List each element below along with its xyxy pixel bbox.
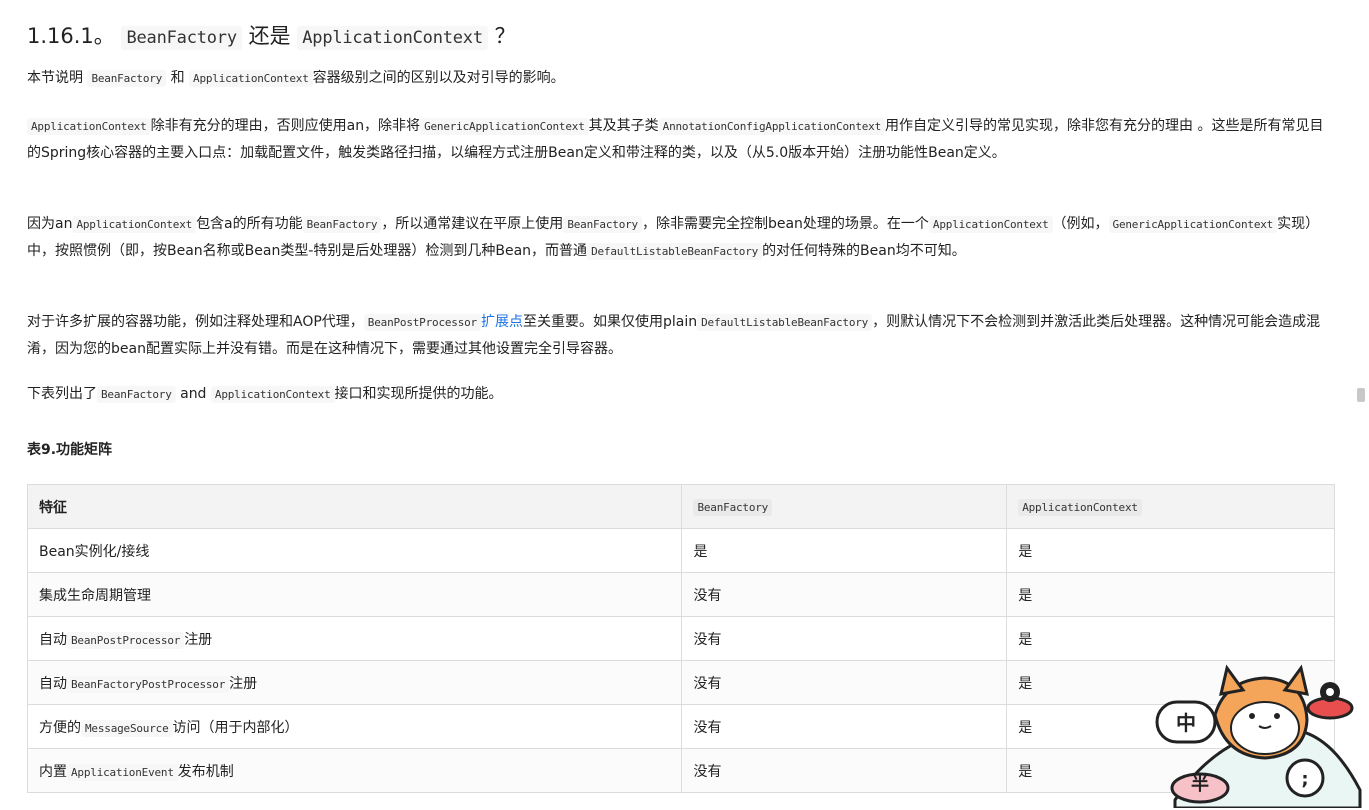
- feature-matrix-table: 特征 BeanFactory ApplicationContext Bean实例…: [26, 484, 1335, 793]
- beanfactory-cell: 没有: [681, 572, 1008, 617]
- table-row: 自动 BeanFactoryPostProcessor 注册 没有 是: [26, 660, 1335, 705]
- table-title: 表9.功能矩阵: [27, 442, 113, 458]
- beanfactory-cell: 没有: [681, 704, 1008, 749]
- section-heading: 1.16.1。 BeanFactory 还是 ApplicationContex…: [27, 24, 516, 50]
- header-beanfactory: BeanFactory: [681, 484, 1008, 529]
- table-row: 内置 ApplicationEvent 发布机制 没有 是: [26, 748, 1335, 793]
- applicationcontext-cell: 是: [1006, 616, 1335, 661]
- beanfactory-cell: 没有: [681, 660, 1008, 705]
- beanfactory-cell: 没有: [681, 748, 1008, 793]
- svg-text:中: 中: [1176, 711, 1196, 735]
- scrollbar-thumb[interactable]: [1357, 388, 1365, 402]
- table-row: 集成生命周期管理 没有 是: [26, 572, 1335, 617]
- feature-cell: 内置 ApplicationEvent 发布机制: [26, 748, 683, 793]
- heading-code-beanfactory: BeanFactory: [121, 26, 242, 50]
- beanfactory-cell: 没有: [681, 616, 1008, 661]
- feature-cell: 自动 BeanFactoryPostProcessor 注册: [26, 660, 683, 705]
- paragraph-application-context: ApplicationContext 除非有充分的理由，否则应使用an，除非将 Ge…: [27, 118, 1324, 161]
- input-method-mascot-icon[interactable]: 中 半 ;: [1155, 660, 1365, 808]
- header-feature: 特征: [26, 484, 683, 529]
- feature-cell: 集成生命周期管理: [26, 572, 683, 617]
- paragraph-bean-factory: 因为an ApplicationContext 包含a的所有功能 BeanFactor…: [27, 216, 1320, 260]
- feature-cell: Bean实例化/接线: [26, 528, 683, 573]
- table-header-row: 特征 BeanFactory ApplicationContext: [26, 484, 1335, 529]
- feature-cell: 方便的 MessageSource 访问（用于内部化）: [26, 704, 683, 749]
- table-row: Bean实例化/接线 是 是: [26, 528, 1335, 573]
- heading-code-applicationcontext: ApplicationContext: [297, 26, 488, 50]
- paragraph-intro: 本节说明 BeanFactory 和 ApplicationContext 容器级…: [27, 70, 565, 87]
- paragraph-table-intro: 下表列出了 BeanFactory and ApplicationContext 接…: [27, 386, 503, 403]
- feature-cell: 自动 BeanPostProcessor 注册: [26, 616, 683, 661]
- applicationcontext-cell: 是: [1006, 528, 1335, 573]
- svg-text:;: ;: [1301, 769, 1308, 790]
- table-row: 方便的 MessageSource 访问（用于内部化） 没有 是: [26, 704, 1335, 749]
- applicationcontext-cell: 是: [1006, 572, 1335, 617]
- svg-text:半: 半: [1191, 773, 1209, 795]
- header-applicationcontext: ApplicationContext: [1006, 484, 1335, 529]
- table-row: 自动 BeanPostProcessor 注册 没有 是: [26, 616, 1335, 661]
- paragraph-post-processor: 对于许多扩展的容器功能，例如注释处理和AOP代理， BeanPostProcess…: [27, 314, 1321, 357]
- beanfactory-cell: 是: [681, 528, 1008, 573]
- extension-points-link[interactable]: 扩展点: [481, 314, 523, 330]
